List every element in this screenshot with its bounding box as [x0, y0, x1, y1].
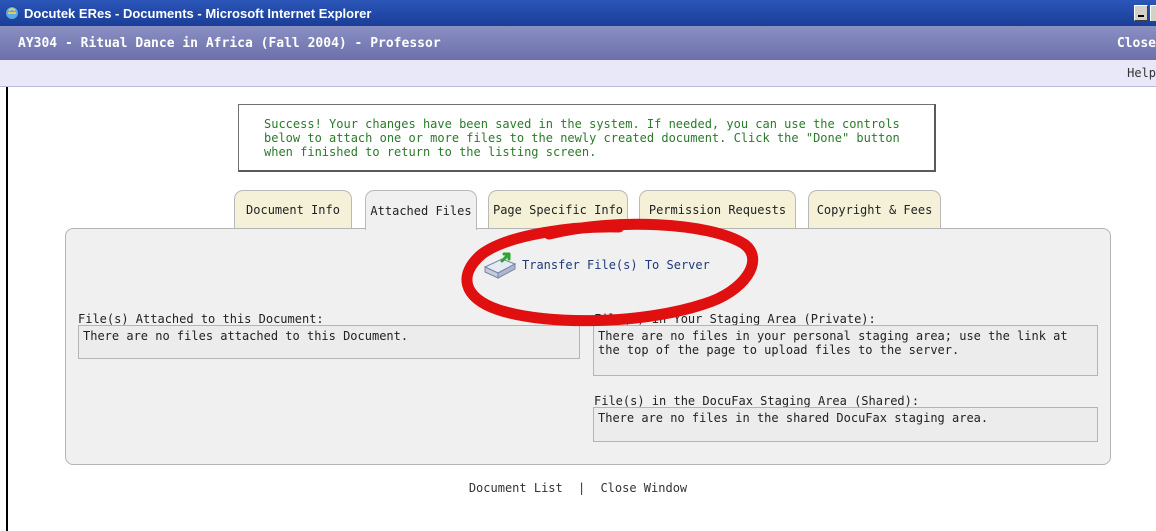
shared-staging-label: File(s) in the DocuFax Staging Area (Sha…: [594, 394, 920, 408]
attached-files-list: There are no files attached to this Docu…: [78, 325, 580, 359]
internet-explorer-icon: [5, 6, 19, 20]
shared-staging-list: There are no files in the shared DocuFax…: [593, 407, 1098, 442]
success-message-text: Success! Your changes have been saved in…: [264, 117, 900, 159]
footer-separator: |: [577, 481, 586, 495]
help-link[interactable]: Help: [1127, 66, 1156, 80]
tab-label: Permission Requests: [648, 203, 787, 217]
transfer-files-label: Transfer File(s) To Server: [522, 258, 710, 272]
document-list-link[interactable]: Document List: [469, 481, 563, 495]
minimize-button[interactable]: [1134, 5, 1148, 21]
tab-attached-files[interactable]: Attached Files: [365, 190, 477, 230]
shared-staging-empty-text: There are no files in the shared DocuFax…: [598, 411, 989, 425]
upload-drive-icon: [483, 252, 517, 279]
attached-files-label: File(s) Attached to this Document:: [78, 312, 324, 326]
close-window-link[interactable]: Close Window: [600, 481, 687, 495]
transfer-files-link[interactable]: Transfer File(s) To Server: [482, 249, 710, 281]
tab-label: Document Info: [246, 203, 340, 217]
window-title: Docutek ERes - Documents - Microsoft Int…: [24, 5, 372, 21]
private-staging-list: There are no files in your personal stag…: [593, 325, 1098, 376]
help-bar: Help: [0, 60, 1156, 87]
close-link[interactable]: Close: [1117, 36, 1156, 51]
maximize-button[interactable]: [1150, 5, 1156, 21]
footer-links: Document List | Close Window: [0, 481, 1156, 495]
success-message: Success! Your changes have been saved in…: [238, 104, 936, 172]
private-staging-label: File(s) in Your Staging Area (Private):: [594, 312, 876, 326]
course-title: AY304 - Ritual Dance in Africa (Fall 200…: [18, 35, 441, 51]
window-left-border: [0, 87, 8, 531]
tab-label: Page Specific Info: [492, 203, 624, 217]
window-titlebar: Docutek ERes - Documents - Microsoft Int…: [0, 0, 1156, 26]
attached-files-empty-text: There are no files attached to this Docu…: [83, 329, 409, 343]
course-header: AY304 - Ritual Dance in Africa (Fall 200…: [0, 26, 1156, 60]
tab-document-info[interactable]: Document Info: [234, 190, 352, 229]
tab-copyright-fees[interactable]: Copyright & Fees: [808, 190, 941, 229]
tab-label: Copyright & Fees: [816, 203, 933, 217]
tab-permission-requests[interactable]: Permission Requests: [639, 190, 796, 229]
tab-label: Attached Files: [370, 203, 472, 218]
private-staging-empty-text: There are no files in your personal stag…: [598, 329, 1068, 357]
attached-files-panel: Transfer File(s) To Server File(s) Attac…: [65, 228, 1111, 465]
tab-page-specific-info[interactable]: Page Specific Info: [488, 190, 628, 229]
